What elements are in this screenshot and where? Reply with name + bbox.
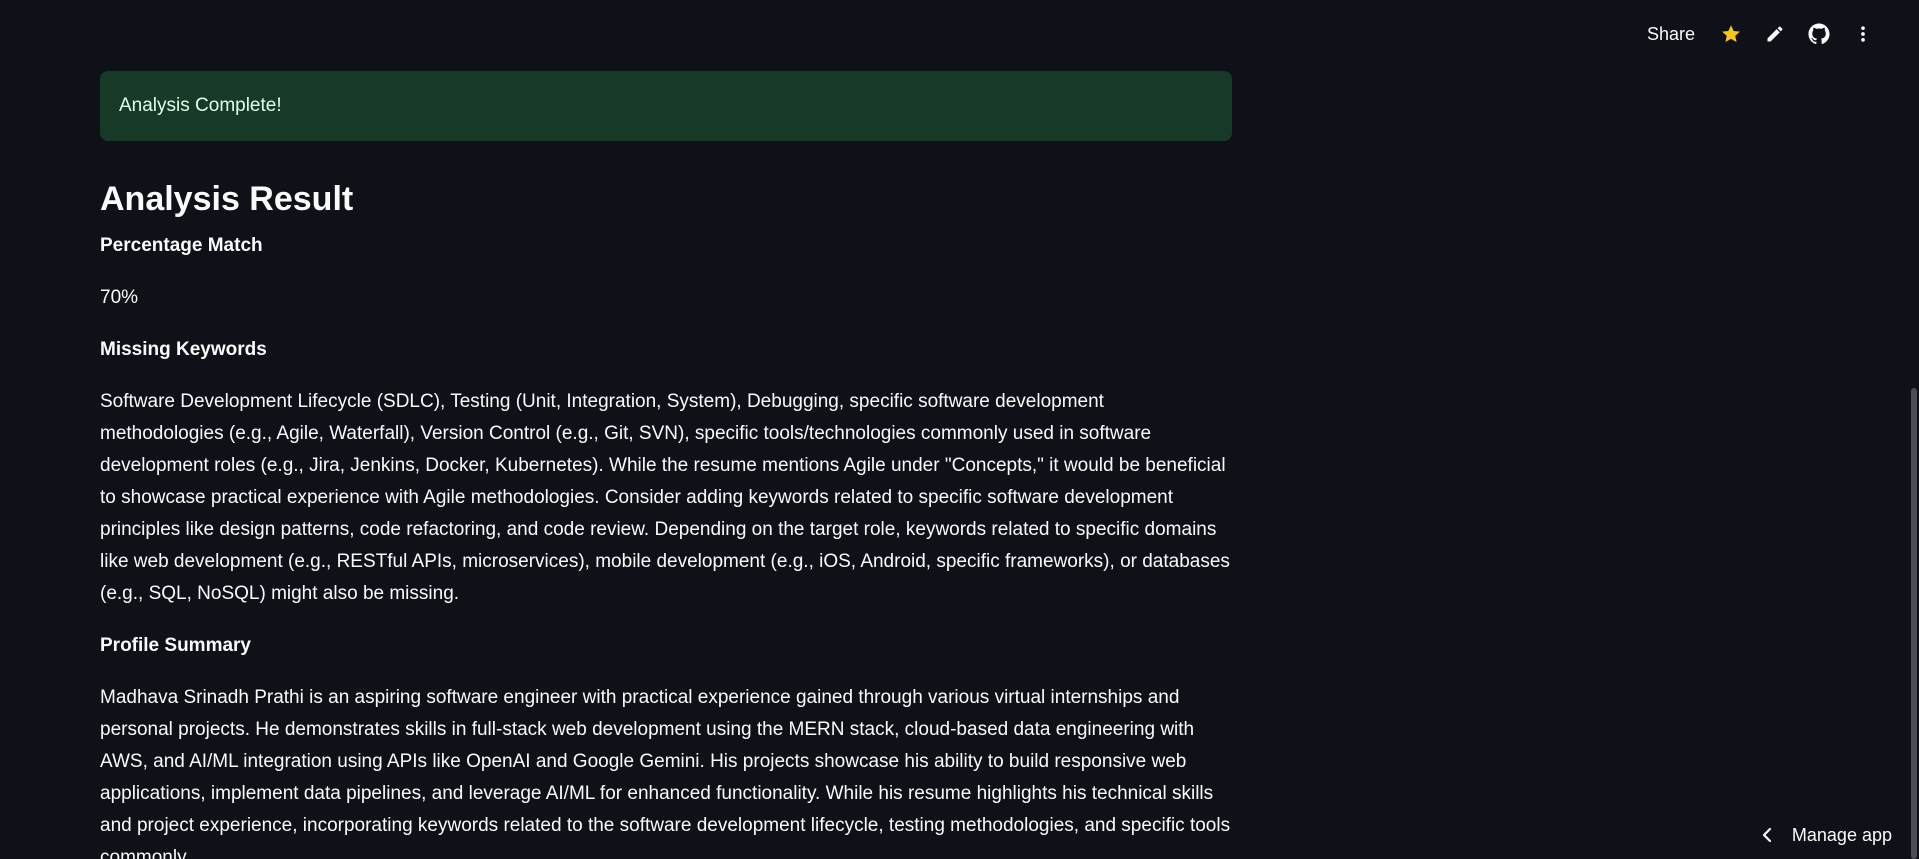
favorite-button[interactable]: [1709, 18, 1753, 50]
manage-app-label: Manage app: [1791, 824, 1892, 845]
page-title: Analysis Result: [100, 180, 354, 218]
more-menu-button[interactable]: [1841, 18, 1885, 50]
profile-summary-heading: Profile Summary: [100, 634, 251, 656]
pencil-icon: [1767, 26, 1783, 42]
top-toolbar: Share: [1633, 18, 1885, 50]
star-icon: [1722, 25, 1740, 42]
page-scrollbar[interactable]: [1909, 0, 1919, 859]
profile-summary-text: Madhava Srinadh Prathi is an aspiring so…: [100, 686, 1231, 859]
percentage-match-value: 70%: [100, 286, 139, 308]
more-vertical-icon: [1861, 26, 1865, 42]
success-alert-text: Analysis Complete!: [119, 95, 282, 116]
app-page: Share Analysis Complete! Analysis Result…: [0, 0, 1919, 859]
github-button[interactable]: [1797, 18, 1841, 50]
chevron-left-icon: [1762, 827, 1772, 843]
percentage-match-heading: Percentage Match: [100, 234, 263, 256]
missing-keywords-text: Software Development Lifecycle (SDLC), T…: [100, 390, 1230, 604]
manage-app-button[interactable]: Manage app: [1760, 819, 1892, 851]
edit-button[interactable]: [1753, 18, 1797, 50]
github-icon: [1808, 23, 1830, 45]
scrollbar-thumb[interactable]: [1911, 388, 1917, 859]
missing-keywords-heading: Missing Keywords: [100, 338, 267, 360]
share-button[interactable]: Share: [1633, 18, 1709, 50]
success-alert: Analysis Complete!: [100, 71, 1232, 141]
main-content: Analysis Complete! Analysis Result Perce…: [100, 71, 1232, 859]
